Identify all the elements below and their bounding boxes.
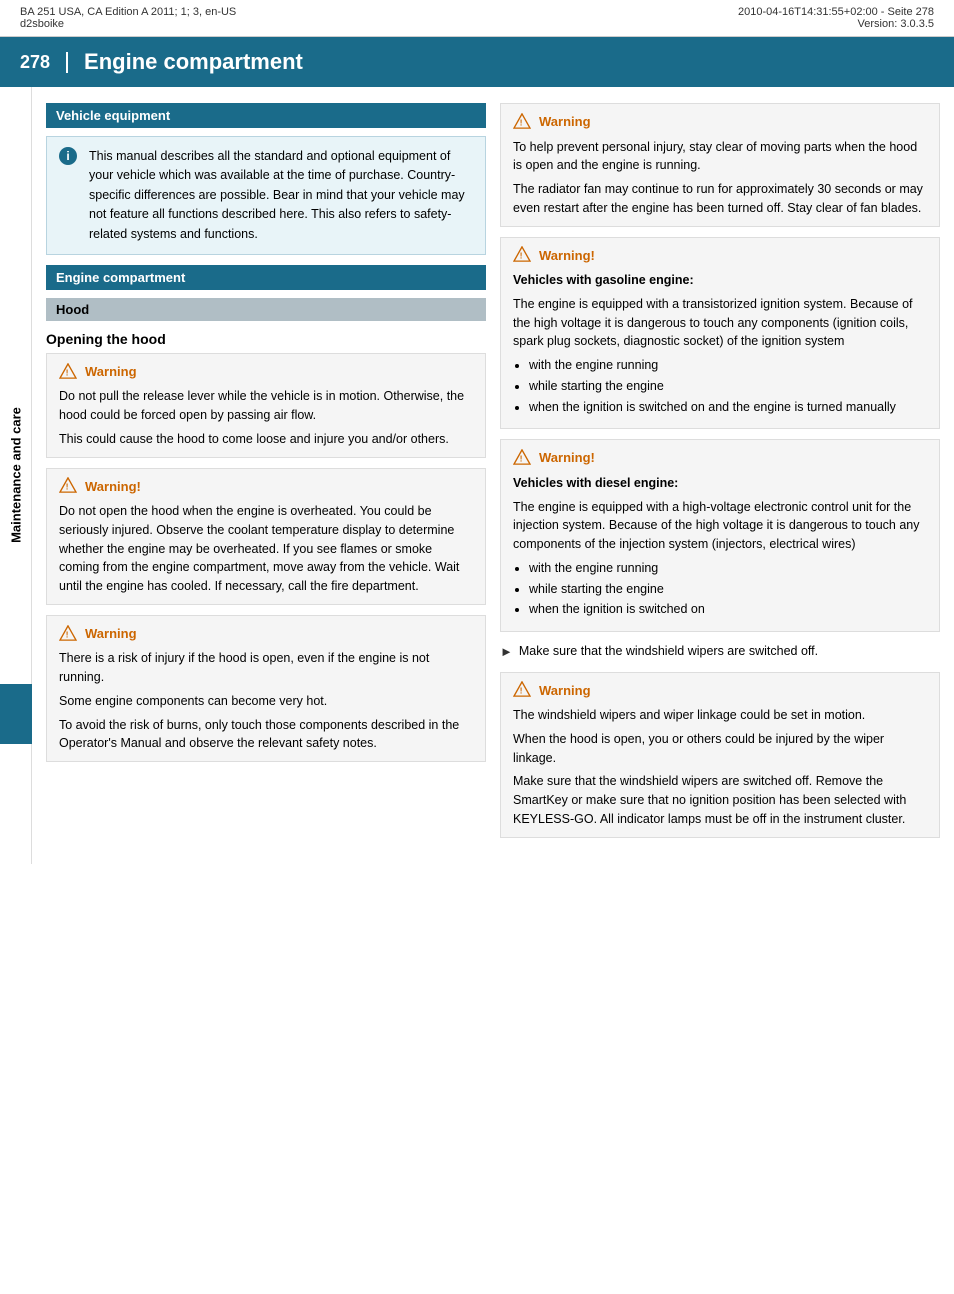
- right-warning-2: ! Warning! Vehicles with gasoline engine…: [500, 237, 940, 430]
- vehicle-equipment-box: i This manual describes all the standard…: [46, 136, 486, 255]
- action-arrow-icon: ►: [500, 642, 513, 662]
- svg-text:!: !: [66, 630, 69, 639]
- sidebar-label: Maintenance and care: [8, 407, 23, 543]
- meta-left: BA 251 USA, CA Edition A 2011; 1; 3, en-…: [20, 6, 236, 30]
- page-number: 278: [20, 52, 68, 73]
- svg-text:!: !: [520, 454, 523, 463]
- info-icon: i: [59, 147, 77, 165]
- meta-bar: BA 251 USA, CA Edition A 2011; 1; 3, en-…: [0, 0, 954, 37]
- content-area: Maintenance and care Vehicle equipment i…: [0, 87, 954, 864]
- left-warning-2-header: ! Warning!: [59, 477, 473, 497]
- warning-triangle-icon-r1: !: [513, 113, 533, 131]
- page-title: Engine compartment: [84, 49, 303, 75]
- action-text: Make sure that the windshield wipers are…: [519, 642, 818, 662]
- right-warning-2-text: Vehicles with gasoline engine: The engin…: [513, 271, 927, 416]
- right-warning-1: ! Warning To help prevent personal injur…: [500, 103, 940, 227]
- right-warning-1-header: ! Warning: [513, 112, 927, 132]
- meta-right: 2010-04-16T14:31:55+02:00 - Seite 278 Ve…: [738, 6, 934, 30]
- right-warning-1-text: To help prevent personal injury, stay cl…: [513, 138, 927, 218]
- warning-triangle-icon-1: !: [59, 363, 79, 381]
- warning-triangle-icon-2: !: [59, 477, 79, 495]
- warning-triangle-icon-r3: !: [513, 449, 533, 467]
- warning-triangle-icon-3: !: [59, 625, 79, 643]
- svg-text:!: !: [520, 118, 523, 127]
- right-warning-3: ! Warning! Vehicles with diesel engine: …: [500, 439, 940, 632]
- left-column: Vehicle equipment i This manual describe…: [46, 103, 486, 848]
- vehicle-equipment-text: This manual describes all the standard a…: [89, 147, 473, 244]
- left-warning-3-text: There is a risk of injury if the hood is…: [59, 649, 473, 753]
- right-warning-4-header: ! Warning: [513, 681, 927, 701]
- sidebar: Maintenance and care: [0, 87, 32, 864]
- right-warning-4-text: The windshield wipers and wiper linkage …: [513, 706, 927, 829]
- svg-text:!: !: [66, 368, 69, 377]
- left-warning-2-text: Do not open the hood when the engine is …: [59, 502, 473, 596]
- svg-text:!: !: [520, 687, 523, 696]
- right-warning-3-list: with the engine running while starting t…: [529, 559, 927, 619]
- svg-text:!: !: [520, 252, 523, 261]
- hood-header: Hood: [46, 298, 486, 321]
- right-warning-2-header: ! Warning!: [513, 246, 927, 266]
- left-warning-2: ! Warning! Do not open the hood when the…: [46, 468, 486, 605]
- left-warning-1-header: ! Warning: [59, 362, 473, 382]
- warning-triangle-icon-r4: !: [513, 681, 533, 699]
- svg-text:!: !: [66, 483, 69, 492]
- sidebar-accent: [0, 684, 32, 744]
- left-warning-3-header: ! Warning: [59, 624, 473, 644]
- right-warning-3-text: Vehicles with diesel engine: The engine …: [513, 474, 927, 619]
- opening-hood-heading: Opening the hood: [46, 331, 486, 347]
- right-warning-4: ! Warning The windshield wipers and wipe…: [500, 672, 940, 838]
- right-column: ! Warning To help prevent personal injur…: [500, 103, 940, 848]
- warning-triangle-icon-r2: !: [513, 246, 533, 264]
- right-warning-3-header: ! Warning!: [513, 448, 927, 468]
- left-warning-1-text: Do not pull the release lever while the …: [59, 387, 473, 448]
- left-warning-1: ! Warning Do not pull the release lever …: [46, 353, 486, 458]
- engine-compartment-header: Engine compartment: [46, 265, 486, 290]
- vehicle-equipment-header: Vehicle equipment: [46, 103, 486, 128]
- left-warning-3: ! Warning There is a risk of injury if t…: [46, 615, 486, 762]
- page-header: 278 Engine compartment: [0, 37, 954, 87]
- action-item: ► Make sure that the windshield wipers a…: [500, 642, 940, 662]
- right-warning-2-list: with the engine running while starting t…: [529, 356, 927, 416]
- main-columns: Vehicle equipment i This manual describe…: [32, 87, 954, 864]
